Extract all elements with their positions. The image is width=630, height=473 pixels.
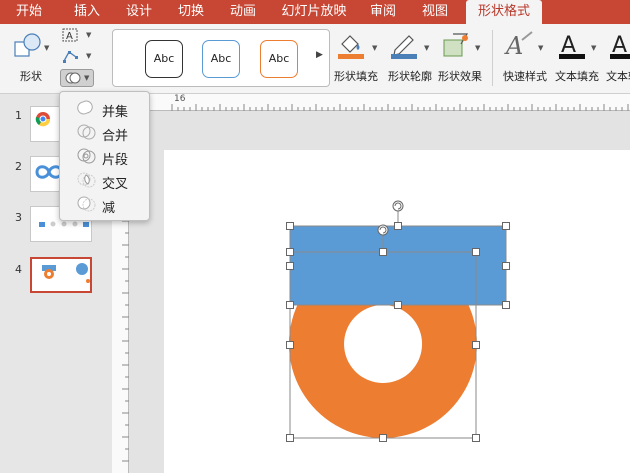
tab-review[interactable]: 审阅 xyxy=(362,0,404,24)
ribbon: ▼ 形状 A ▼ ▼ ▼ Abc Abc Abc ▶ ▼ 形状填充 ▼ 形状轮廓… xyxy=(0,24,630,94)
resize-handle[interactable] xyxy=(286,301,294,309)
ruler-label: 16 xyxy=(174,94,186,104)
menu-item-label: 并集 xyxy=(102,105,129,120)
subtract-icon xyxy=(77,196,96,212)
tab-slideshow[interactable]: 幻灯片放映 xyxy=(276,0,352,24)
resize-handle[interactable] xyxy=(394,222,402,230)
resize-handle[interactable] xyxy=(394,301,402,309)
slide-thumbnail-4[interactable] xyxy=(30,257,92,293)
slide-number: 3 xyxy=(15,211,22,224)
shape-outline-label: 形状轮廓 xyxy=(388,70,432,83)
chevron-down-icon: ▼ xyxy=(475,44,481,52)
svg-text:A: A xyxy=(66,31,73,42)
resize-handle[interactable] xyxy=(502,222,510,230)
chevron-down-icon: ▼ xyxy=(424,44,430,52)
menu-item-label: 减 xyxy=(102,201,116,216)
quick-styles-button[interactable]: A ▼ 快速样式 xyxy=(500,28,550,86)
resize-handle[interactable] xyxy=(286,262,294,270)
tab-transitions[interactable]: 切换 xyxy=(170,0,212,24)
resize-handle[interactable] xyxy=(379,248,387,256)
tab-animations[interactable]: 动画 xyxy=(222,0,264,24)
chevron-down-icon: ▼ xyxy=(538,44,544,52)
menu-item-fragment[interactable]: 片段 xyxy=(76,146,150,168)
text-outline-icon: A xyxy=(610,33,630,59)
resize-handle[interactable] xyxy=(472,434,480,442)
resize-handle[interactable] xyxy=(286,248,294,256)
shapes-icon xyxy=(14,33,41,57)
shape-button[interactable]: ▼ 形状 xyxy=(8,28,52,86)
rotate-handle-icon[interactable] xyxy=(392,200,404,212)
resize-handle[interactable] xyxy=(286,222,294,230)
slide-4-preview-icon xyxy=(42,263,90,283)
text-outline-label: 文本轮 xyxy=(606,70,630,83)
shape-fill-label: 形状填充 xyxy=(334,70,378,83)
resize-handle[interactable] xyxy=(502,301,510,309)
resize-handle[interactable] xyxy=(472,248,480,256)
slide-number: 1 xyxy=(15,109,22,122)
union-icon xyxy=(77,100,93,115)
edit-text-box-icon[interactable]: A xyxy=(62,27,80,43)
svg-text:A: A xyxy=(504,32,523,60)
resize-handle[interactable] xyxy=(379,434,387,442)
chevron-down-icon: ▼ xyxy=(86,52,92,60)
menu-item-subtract[interactable]: 减 xyxy=(76,194,150,216)
resize-handle[interactable] xyxy=(502,262,510,270)
pencil-icon xyxy=(391,35,417,59)
ribbon-tab-bar: 开始 插入 设计 切换 动画 幻灯片放映 审阅 视图 形状格式 xyxy=(0,0,630,24)
chevron-down-icon: ▼ xyxy=(591,44,597,52)
tab-shape-format[interactable]: 形状格式 xyxy=(466,0,542,24)
slide[interactable] xyxy=(164,150,630,473)
merge-shapes-icon xyxy=(65,72,81,84)
merge-shapes-button[interactable]: ▼ xyxy=(60,69,94,87)
slide-number: 2 xyxy=(15,160,22,173)
merge-shapes-menu: 并集 合并 片段 交叉 减 xyxy=(59,91,150,221)
text-fill-button[interactable]: A ▼ 文本填充 xyxy=(555,28,601,86)
text-fill-label: 文本填充 xyxy=(555,70,599,83)
tab-insert[interactable]: 插入 xyxy=(66,0,108,24)
shape-style-1[interactable]: Abc xyxy=(145,40,183,78)
menu-item-combine[interactable]: 合并 xyxy=(76,122,150,144)
chevron-down-icon: ▼ xyxy=(84,74,90,82)
shape-effects-icon xyxy=(443,33,469,57)
menu-item-label: 合并 xyxy=(102,129,129,144)
menu-item-union[interactable]: 并集 xyxy=(76,98,150,120)
quick-styles-icon: A xyxy=(504,31,533,60)
chevron-down-icon: ▼ xyxy=(86,31,92,39)
gallery-next-icon[interactable]: ▶ xyxy=(316,50,323,60)
shape-style-3[interactable]: Abc xyxy=(260,40,298,78)
shape-effects-label: 形状效果 xyxy=(438,70,482,83)
rotate-handle-icon[interactable] xyxy=(377,224,389,236)
paint-bucket-icon xyxy=(338,35,364,59)
menu-item-label: 片段 xyxy=(102,153,129,168)
shape-button-label: 形状 xyxy=(20,70,42,83)
slide-number: 4 xyxy=(15,263,22,276)
text-outline-button[interactable]: A 文本轮 xyxy=(606,28,630,86)
tab-home[interactable]: 开始 xyxy=(8,0,50,24)
text-fill-icon: A xyxy=(559,33,585,59)
shape-fill-button[interactable]: ▼ 形状填充 xyxy=(334,28,382,86)
quick-styles-label: 快速样式 xyxy=(503,70,547,83)
chevron-down-icon: ▼ xyxy=(372,44,378,52)
fragment-icon xyxy=(77,148,96,164)
resize-handle[interactable] xyxy=(286,341,294,349)
menu-item-label: 交叉 xyxy=(102,177,129,192)
shape-style-2[interactable]: Abc xyxy=(202,40,240,78)
combine-icon xyxy=(77,124,96,140)
tab-design[interactable]: 设计 xyxy=(118,0,160,24)
horizontal-ruler: 16 xyxy=(112,94,630,111)
resize-handle[interactable] xyxy=(472,341,480,349)
intersect-icon xyxy=(77,172,96,188)
tab-view[interactable]: 视图 xyxy=(414,0,456,24)
shape-outline-button[interactable]: ▼ 形状轮廓 xyxy=(386,28,434,86)
ruler-ticks xyxy=(171,104,629,111)
ribbon-divider xyxy=(492,30,493,86)
edit-points-icon[interactable] xyxy=(62,48,80,64)
chevron-down-icon: ▼ xyxy=(44,44,50,52)
resize-handle[interactable] xyxy=(286,434,294,442)
menu-item-intersect[interactable]: 交叉 xyxy=(76,170,150,192)
shape-styles-gallery: Abc Abc Abc ▶ xyxy=(112,29,330,87)
shape-effects-button[interactable]: ▼ 形状效果 xyxy=(437,28,485,86)
